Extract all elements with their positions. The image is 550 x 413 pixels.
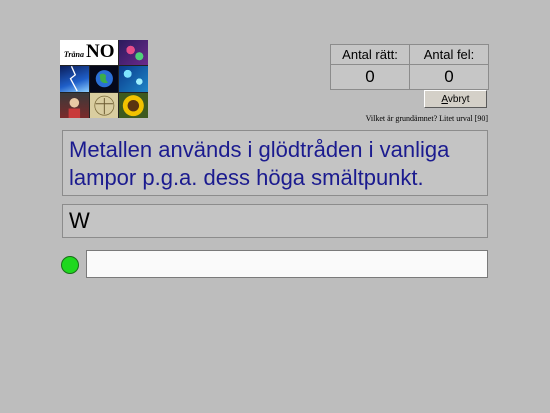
answer-display: W — [62, 204, 488, 238]
wrong-counter: Antal fel: 0 — [409, 44, 489, 90]
logo-small-text: Träna — [63, 50, 84, 59]
sunflower-icon — [119, 92, 148, 118]
logo-big-text: NO — [85, 41, 115, 62]
logo-brand: Träna NO — [60, 40, 119, 66]
status-indicator — [61, 256, 79, 274]
logo: Träna NO — [60, 40, 148, 118]
wrong-counter-label: Antal fel: — [410, 45, 488, 65]
molecules-icon — [119, 66, 148, 92]
vitruvian-man-icon — [89, 92, 119, 118]
lightning-icon — [60, 66, 89, 92]
abort-button-label: Avbryt — [441, 94, 470, 105]
science-photo-icon — [119, 40, 148, 66]
person-icon — [60, 92, 89, 118]
correct-counter: Antal rätt: 0 — [330, 44, 410, 90]
subject-description: Vilket är grundämnet? Litet urval [90] — [365, 114, 488, 123]
correct-counter-label: Antal rätt: — [331, 45, 409, 65]
earth-icon — [89, 66, 119, 92]
wrong-counter-value: 0 — [444, 67, 454, 86]
abort-button-accesskey: A — [441, 94, 448, 105]
answer-input[interactable] — [86, 250, 488, 278]
correct-counter-value: 0 — [365, 67, 375, 86]
question-text: Metallen används i glödtråden i vanliga … — [62, 130, 488, 196]
abort-button[interactable]: Avbryt — [424, 90, 487, 108]
